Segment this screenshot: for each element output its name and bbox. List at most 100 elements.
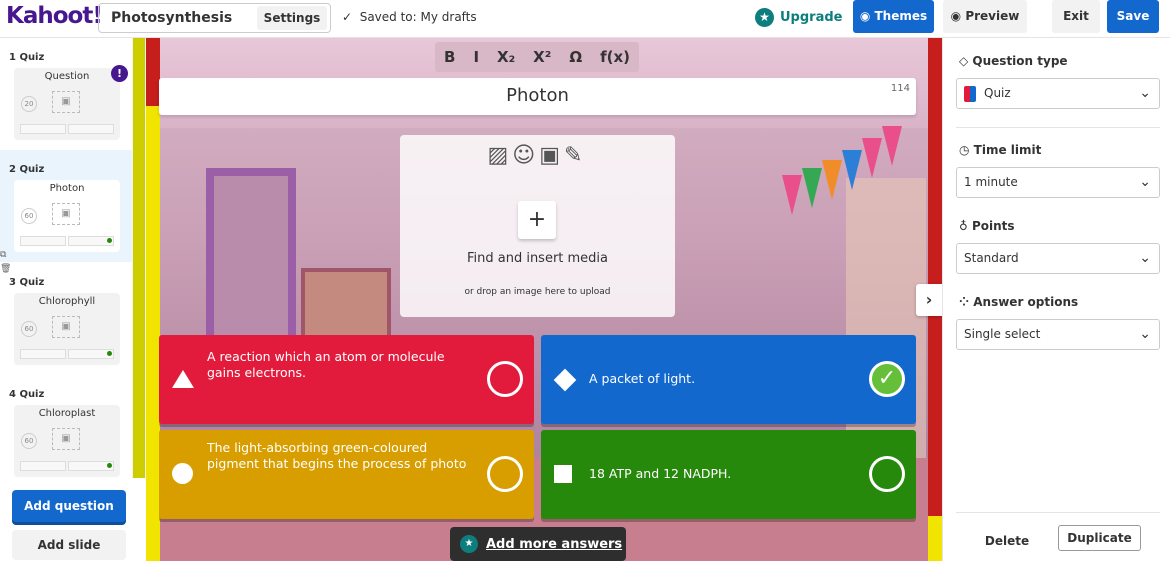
slide-thumbnail[interactable]: Photon 60 ▣: [14, 180, 120, 252]
add-more-label: Add more answers: [486, 536, 623, 552]
question-text[interactable]: Photon: [159, 85, 916, 106]
image-placeholder-icon: ▣: [52, 428, 80, 450]
correct-toggle[interactable]: [487, 361, 523, 397]
timer-badge: 60: [21, 208, 37, 224]
timer-badge: 60: [21, 433, 37, 449]
answer-option-4[interactable]: 18 ATP and 12 NADPH.: [541, 430, 916, 519]
saved-status: ✓ Saved to: My drafts: [342, 10, 477, 24]
equation-button[interactable]: f(x): [600, 48, 630, 66]
points-select[interactable]: Standard ⌄: [956, 243, 1160, 274]
correct-toggle[interactable]: [487, 456, 523, 492]
correct-dot: [107, 463, 112, 468]
preview-button[interactable]: ◉ Preview: [943, 0, 1027, 33]
slide-title: Chloroplast: [38, 408, 96, 419]
answer-bars: [20, 124, 114, 134]
slide-thumbnail[interactable]: Chloroplast 60 ▣: [14, 405, 120, 477]
slide-item-3[interactable]: 3 Quiz Chlorophyll 60 ▣: [0, 263, 132, 375]
answer-text[interactable]: A reaction which an atom or molecule gai…: [207, 349, 467, 381]
exit-button[interactable]: Exit: [1052, 0, 1100, 33]
italic-button[interactable]: I: [473, 48, 479, 66]
answer-text[interactable]: A packet of light.: [589, 371, 849, 387]
correct-dot: [107, 351, 112, 356]
slide-sidebar: 1 Quiz Question 20 ▣ ! 2 Quiz Photon 60 …: [0, 38, 146, 561]
insert-media-button[interactable]: +: [518, 201, 556, 239]
scrollbar-thumb[interactable]: [133, 38, 145, 478]
add-more-answers-button[interactable]: ★ Add more answers: [450, 527, 626, 561]
upgrade-button[interactable]: ★ Upgrade: [755, 8, 842, 27]
chevron-down-icon: ⌄: [1139, 174, 1151, 190]
settings-button[interactable]: Settings: [257, 6, 327, 30]
kahoot-title[interactable]: Photosynthesis: [111, 10, 232, 26]
correct-toggle-checked[interactable]: ✓: [869, 361, 905, 397]
bunting-flag: [842, 150, 862, 190]
eye-icon: ◉: [950, 9, 962, 23]
media-subtitle: or drop an image here to upload: [464, 287, 611, 297]
save-button[interactable]: Save: [1107, 0, 1159, 33]
chevron-down-icon: ⌄: [1139, 250, 1151, 266]
points-label: Points: [971, 219, 1015, 233]
palette-icon: ◉: [859, 9, 871, 23]
slide-item-2[interactable]: 2 Quiz Photon 60 ▣: [0, 150, 132, 262]
kahoot-logo[interactable]: Kahoot!: [6, 3, 103, 29]
triangle-icon: [172, 370, 194, 388]
slide-label: 2 Quiz: [9, 164, 45, 175]
slide-title: Photon: [49, 183, 85, 194]
delete-button[interactable]: Delete: [977, 529, 1037, 553]
answer-text[interactable]: The light-absorbing green-coloured pigme…: [207, 440, 467, 472]
canvas-edge-left-accent: [146, 106, 160, 561]
sidebar-scrollbar[interactable]: [132, 38, 146, 478]
duplicate-icon[interactable]: ⧉: [0, 248, 11, 262]
answer-text[interactable]: 18 ATP and 12 NADPH.: [589, 466, 849, 482]
bunting-flag: [862, 138, 882, 178]
themes-button[interactable]: ◉ Themes: [853, 0, 934, 33]
question-type-select[interactable]: Quiz ⌄: [956, 78, 1160, 109]
answer-bars: [20, 236, 114, 246]
question-input[interactable]: Photon 114: [159, 78, 916, 115]
chevron-down-icon: ⌄: [1139, 326, 1151, 342]
subscript-button[interactable]: X₂: [497, 48, 515, 66]
diamond-icon: [553, 368, 577, 392]
title-field[interactable]: Photosynthesis Settings: [98, 3, 331, 33]
bunting-flag: [802, 168, 822, 208]
correct-toggle[interactable]: [869, 456, 905, 492]
time-limit-title: ◷ Time limit: [959, 143, 1041, 157]
clock-icon: ◷: [959, 143, 970, 157]
medal-icon: ♁: [959, 219, 968, 233]
star-icon: ★: [755, 8, 774, 27]
upgrade-label: Upgrade: [780, 10, 843, 25]
media-upload-area[interactable]: ▨☺▣✎ + Find and insert media or drop an …: [400, 135, 675, 317]
slide-item-4[interactable]: 4 Quiz Chloroplast 60 ▣: [0, 375, 132, 487]
shapes-icon: ◇: [959, 54, 969, 68]
preview-label: Preview: [965, 9, 1020, 23]
superscript-button[interactable]: X²: [533, 48, 551, 66]
star-icon: ★: [460, 535, 478, 553]
add-question-button[interactable]: Add question: [12, 490, 126, 522]
bold-button[interactable]: B: [444, 48, 455, 66]
bunting-flag: [882, 126, 902, 166]
circle-icon: [172, 463, 193, 484]
divider: [956, 512, 1160, 513]
slide-item-1[interactable]: 1 Quiz Question 20 ▣ !: [0, 38, 132, 150]
image-placeholder-icon: ▣: [52, 91, 80, 113]
time-limit-select[interactable]: 1 minute ⌄: [956, 167, 1160, 198]
answer-options-select[interactable]: Single select ⌄: [956, 319, 1160, 350]
media-doodle-icon: ▨☺▣✎: [487, 143, 587, 168]
slide-thumbnail[interactable]: Chlorophyll 60 ▣: [14, 293, 120, 365]
answer-bars: [20, 461, 114, 471]
question-type-value: Quiz: [984, 86, 1011, 100]
duplicate-button[interactable]: Duplicate: [1058, 525, 1141, 551]
answer-option-2[interactable]: A packet of light. ✓: [541, 335, 916, 424]
saved-status-text: Saved to: My drafts: [359, 10, 477, 24]
timer-badge: 60: [21, 321, 37, 337]
slide-thumbnail[interactable]: Question 20 ▣: [14, 68, 120, 140]
slide-label: 4 Quiz: [9, 389, 45, 400]
add-slide-button[interactable]: Add slide: [12, 530, 126, 560]
chevron-right-icon[interactable]: ›: [916, 284, 942, 316]
answer-option-1[interactable]: A reaction which an atom or molecule gai…: [159, 335, 534, 424]
themes-label: Themes: [874, 9, 928, 23]
special-chars-button[interactable]: Ω: [569, 48, 582, 66]
check-icon: ✓: [342, 10, 353, 24]
settings-panel: ◇ Question type Quiz ⌄ ◷ Time limit 1 mi…: [942, 38, 1170, 561]
answer-option-3[interactable]: The light-absorbing green-coloured pigme…: [159, 430, 534, 519]
answer-bars: [20, 349, 114, 359]
